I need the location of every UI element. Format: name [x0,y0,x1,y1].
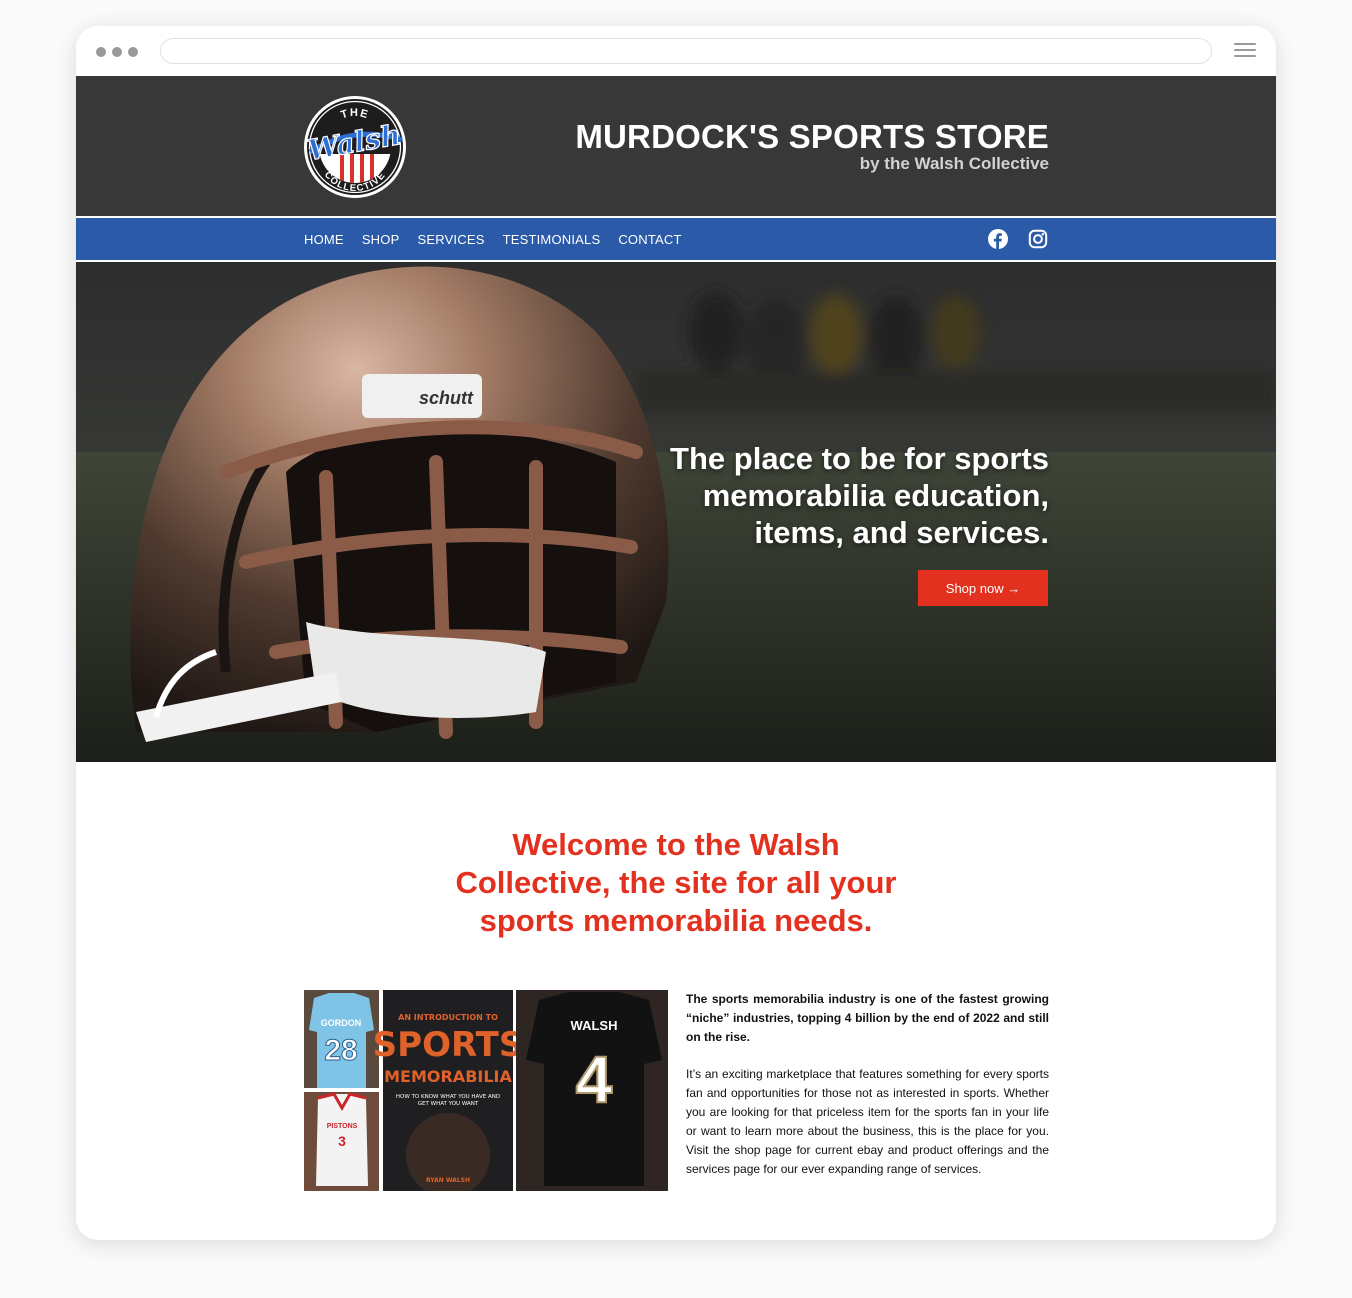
book-line3: MEMORABILIA [384,1067,512,1086]
walsh-collective-logo[interactable]: THE COLLECTIVE Walsh [302,94,408,200]
jersey2-number: 3 [338,1133,346,1149]
site-header: THE COLLECTIVE Walsh MURDOCK'S SPORTS ST… [76,76,1276,216]
walsh-jersey-photo: WALSH 4 [516,990,668,1191]
hero-banner: schutt The place to be for sports memora… [76,262,1276,762]
jersey1-name: GORDON [321,1018,362,1028]
main-navigation: HOME SHOP SERVICES TESTIMONIALS CONTACT [76,216,1276,262]
jersey1-number: 28 [324,1034,357,1067]
intro-paragraph: It’s an exciting marketplace that featur… [686,1067,1049,1176]
nav-contact[interactable]: CONTACT [618,232,681,247]
book-tagline: HOW TO KNOW WHAT YOU HAVE AND GET WHAT Y… [395,1094,501,1107]
nav-services[interactable]: SERVICES [417,232,484,247]
hero-headline: The place to be for sports memorabilia e… [670,441,1049,550]
pistons-jersey-photo: PISTONS 3 [304,1092,379,1191]
nav-links: HOME SHOP SERVICES TESTIMONIALS CONTACT [304,232,682,247]
memorabilia-collage: GORDON 28 PISTONS 3 AN INTRODUCTION TO S… [304,990,668,1191]
store-title: MURDOCK'S SPORTS STORE [575,118,1049,155]
book-author: RYAN WALSH [426,1177,470,1184]
window-controls [96,47,138,57]
helmet-brand-text: schutt [419,388,474,408]
facebook-icon[interactable] [988,229,1008,249]
shop-now-button[interactable]: Shop now → [918,570,1048,606]
nav-testimonials[interactable]: TESTIMONIALS [503,232,601,247]
window-dot[interactable] [128,47,138,57]
book-line1: AN INTRODUCTION TO [398,1013,498,1022]
browser-window: THE COLLECTIVE Walsh MURDOCK'S SPORTS ST… [76,26,1276,1240]
book-line2: SPORTS [373,1025,524,1065]
gordon-jersey-photo: GORDON 28 [304,990,379,1088]
nav-home[interactable]: HOME [304,232,344,247]
instagram-icon[interactable] [1028,229,1048,249]
hamburger-menu-icon[interactable] [1234,43,1256,59]
welcome-heading: Welcome to the Walsh Collective, the sit… [455,827,897,938]
browser-toolbar [76,26,1276,76]
address-bar[interactable] [160,38,1212,64]
store-subtitle: by the Walsh Collective [859,154,1049,173]
intro-lead: The sports memorabilia industry is one o… [686,992,1049,1044]
jersey2-name: PISTONS [327,1123,358,1130]
intro-copy: The sports memorabilia industry is one o… [686,990,1049,1179]
memorabilia-book-cover: AN INTRODUCTION TO SPORTS MEMORABILIA HO… [373,990,524,1191]
jersey3-number: 4 [576,1042,613,1116]
nav-shop[interactable]: SHOP [362,232,400,247]
jersey3-name: WALSH [571,1018,618,1033]
social-links [988,229,1048,249]
window-dot[interactable] [96,47,106,57]
window-dot[interactable] [112,47,122,57]
